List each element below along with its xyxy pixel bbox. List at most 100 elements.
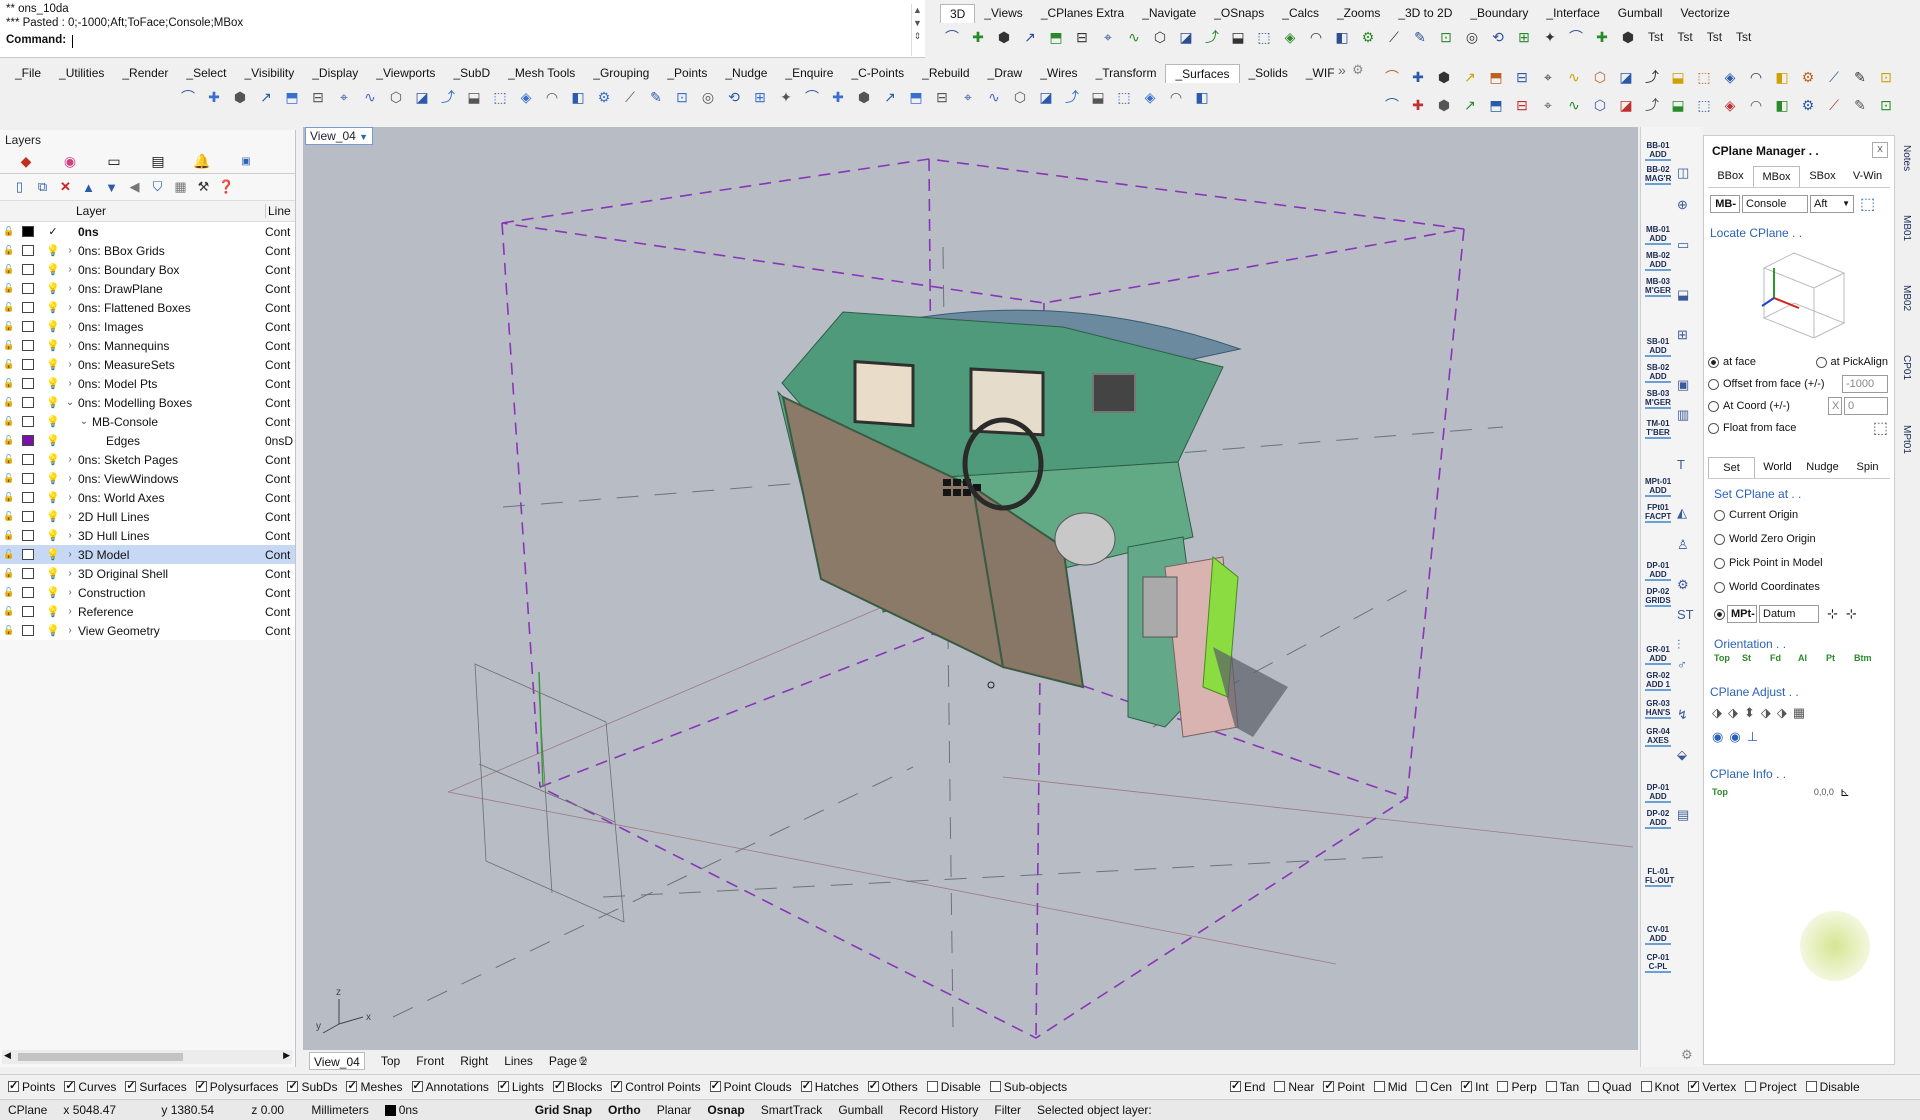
side-tab-notes[interactable]: Notes <box>1901 145 1912 171</box>
osnap-point[interactable]: Point <box>1323 1079 1365 1094</box>
layer-linetype[interactable]: Cont <box>265 510 295 524</box>
help-icon[interactable]: ❓ <box>217 179 236 195</box>
right-tool-b-icon-14[interactable]: ◈ <box>1718 94 1742 116</box>
align-point-icon[interactable]: ⊹ <box>1846 606 1857 622</box>
tab-file[interactable]: _File <box>6 64 50 83</box>
filter-others[interactable]: Others <box>867 1079 918 1094</box>
expand-chevron-icon[interactable]: › <box>62 587 78 598</box>
strip-side-icon-4[interactable]: ⬓ <box>1677 287 1689 303</box>
lightbulb-icon[interactable]: 💡 <box>44 472 62 485</box>
at-coord-radio[interactable]: At Coord (+/-) <box>1708 395 1790 417</box>
adjust-scale-icon[interactable]: ⬗ <box>1777 705 1787 721</box>
tab-nudge[interactable]: _Nudge <box>716 64 776 83</box>
top-toolbar-icon-9[interactable]: ⬡ <box>1148 26 1172 48</box>
lightbulb-icon[interactable]: 💡 <box>44 510 62 523</box>
right-tool-b-icon-9[interactable]: ⬡ <box>1588 94 1612 116</box>
add-viewport-tab-icon[interactable]: ⊕ <box>578 1053 588 1067</box>
strip-side-icon-6[interactable]: ▣ <box>1677 377 1689 393</box>
top-toolbar-icon-15[interactable]: ◠ <box>1304 26 1328 48</box>
cplane-tab-sbox[interactable]: SBox <box>1800 166 1845 187</box>
lightbulb-icon[interactable]: 💡 <box>44 491 62 504</box>
filter-meshes[interactable]: Meshes <box>346 1079 403 1094</box>
layer-checkbox[interactable] <box>22 340 34 351</box>
mb-name-field[interactable]: Console <box>1742 195 1808 213</box>
lightbulb-icon[interactable]: 💡 <box>44 548 62 561</box>
layer-row[interactable]: 🔓 💡 › 0ns: Boundary Box Cont <box>0 260 295 279</box>
tab-wif[interactable]: _WIF <box>1297 64 1344 83</box>
at-pickalign-radio[interactable]: at PickAlign <box>1815 351 1888 373</box>
more-tabs-chevron-icon[interactable]: » <box>1338 62 1346 78</box>
layer-checkbox[interactable] <box>22 587 34 598</box>
layer-checkbox[interactable] <box>22 264 34 275</box>
lightbulb-icon[interactable]: 💡 <box>44 377 62 390</box>
strip-tool-tm-01-t-ber[interactable]: TM-01 T'BER <box>1645 419 1671 439</box>
cplane-pick-icon[interactable]: ⬚ <box>1860 194 1875 214</box>
filter-hatches[interactable]: Hatches <box>800 1079 859 1094</box>
lock-icon[interactable]: 🔓 <box>0 302 18 313</box>
layer-list-scrollbar[interactable]: ◀ ▶ <box>2 1050 292 1064</box>
display-icon[interactable]: ▭ <box>92 153 136 170</box>
strip-tool-fpt01-facpt[interactable]: FPt01 FACPT <box>1645 503 1671 523</box>
layer-checkbox[interactable] <box>22 530 34 541</box>
surface-tool-icon-18[interactable]: ⟋ <box>618 86 642 108</box>
filter-icon[interactable]: ⛉ <box>148 179 167 195</box>
lightbulb-icon[interactable]: 💡 <box>44 320 62 333</box>
lock-icon[interactable]: 🔓 <box>0 416 18 427</box>
layer-row[interactable]: 🔓 💡 › 0ns: Model Pts Cont <box>0 374 295 393</box>
right-tool-a-icon-7[interactable]: ⌖ <box>1536 66 1560 88</box>
expand-chevron-icon[interactable]: › <box>62 302 78 313</box>
lock-icon[interactable]: 🔓 <box>0 454 18 465</box>
expand-chevron-icon[interactable]: ⌄ <box>62 397 78 408</box>
surface-tool-icon-37[interactable]: ⬚ <box>1112 86 1136 108</box>
right-tool-b-icon-2[interactable]: ✚ <box>1406 94 1430 116</box>
layer-row[interactable]: 🔓 💡 ⌄ MB-Console Cont <box>0 412 295 431</box>
surface-tool-icon-15[interactable]: ◠ <box>540 86 564 108</box>
right-tool-b-icon-4[interactable]: ↗ <box>1458 94 1482 116</box>
surface-tool-icon-36[interactable]: ⬓ <box>1086 86 1110 108</box>
filter-disable[interactable]: Disable <box>926 1080 981 1094</box>
viewport-tab-front[interactable]: Front <box>416 1052 444 1070</box>
mpt-name-field[interactable]: Datum <box>1759 605 1819 623</box>
tab-display[interactable]: _Display <box>303 64 367 83</box>
lock-icon[interactable]: 🔓 <box>0 397 18 408</box>
strip-tool-mb-02-add[interactable]: MB-02 ADD <box>1645 251 1671 271</box>
strip-tool-gr-02-add-1[interactable]: GR-02 ADD 1 <box>1645 671 1671 691</box>
orient-btm-icon[interactable]: Btm <box>1854 653 1876 663</box>
toggle-record-history[interactable]: Record History <box>891 1103 986 1117</box>
tab-points[interactable]: _Points <box>658 64 716 83</box>
tab-solids[interactable]: _Solids <box>1240 64 1297 83</box>
layer-row[interactable]: 🔓 💡 › 2D Hull Lines Cont <box>0 507 295 526</box>
layer-linetype[interactable]: Cont <box>265 453 295 467</box>
tab-viewports[interactable]: _Viewports <box>367 64 444 83</box>
right-tool-a-icon-19[interactable]: ✎ <box>1848 66 1872 88</box>
layer-row[interactable]: 🔓 💡 Edges 0nsD <box>0 431 295 450</box>
surface-tool-icon-23[interactable]: ⊞ <box>748 86 772 108</box>
right-tool-b-icon-20[interactable]: ⊡ <box>1874 94 1898 116</box>
expand-chevron-icon[interactable]: › <box>62 359 78 370</box>
tst-button-3[interactable]: Tst <box>1701 30 1728 44</box>
filter-annotations[interactable]: Annotations <box>411 1079 489 1094</box>
right-tool-b-icon-15[interactable]: ◠ <box>1744 94 1768 116</box>
top-toolbar-icon-12[interactable]: ⬓ <box>1226 26 1250 48</box>
surface-tool-icon-13[interactable]: ⬚ <box>488 86 512 108</box>
cplane-set-tab-world[interactable]: World <box>1755 457 1800 478</box>
expand-chevron-icon[interactable]: › <box>62 549 78 560</box>
strip-side-icon-17[interactable]: ▤ <box>1677 807 1689 823</box>
right-tool-a-icon-9[interactable]: ⬡ <box>1588 66 1612 88</box>
osnap-tan[interactable]: Tan <box>1545 1080 1579 1094</box>
top-toolbar-icon-11[interactable]: ⤴ <box>1200 26 1224 48</box>
filter-sub-objects[interactable]: Sub-objects <box>989 1080 1067 1094</box>
top-toolbar-icon-25[interactable]: ⌒ <box>1564 26 1588 48</box>
strip-side-icon-8[interactable]: T <box>1677 457 1685 472</box>
viewport-menu-arrow-icon[interactable]: ▼ <box>359 132 368 142</box>
right-tool-a-icon-13[interactable]: ⬚ <box>1692 66 1716 88</box>
layer-linetype[interactable]: Cont <box>265 567 295 581</box>
top-toolbar-icon-16[interactable]: ◧ <box>1330 26 1354 48</box>
top-toolbar-icon-24[interactable]: ✦ <box>1538 26 1562 48</box>
tab-subd[interactable]: _SubD <box>444 64 499 83</box>
surface-tool-icon-35[interactable]: ⤴ <box>1060 86 1084 108</box>
lock-icon[interactable]: 🔓 <box>0 587 18 598</box>
filter-subds[interactable]: SubDs <box>287 1079 337 1094</box>
lightbulb-icon[interactable]: 💡 <box>44 434 62 447</box>
strip-tool-gr-04-axes[interactable]: GR-04 AXES <box>1645 727 1671 747</box>
